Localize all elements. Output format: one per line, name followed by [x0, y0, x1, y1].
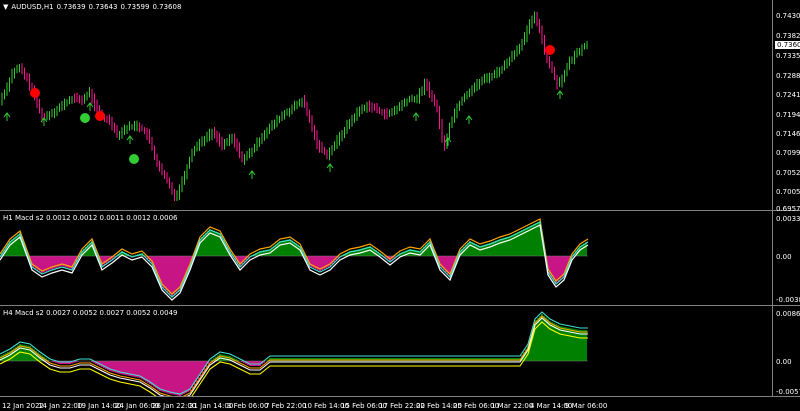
ohlc-high: 0.73643	[88, 3, 118, 11]
time-label: 7 Feb 22:00	[265, 402, 307, 410]
macd-line	[0, 221, 589, 298]
time-label: 3 Feb 06:00	[227, 402, 269, 410]
macd-h4-scale-zero: 0.00	[776, 358, 792, 366]
buy-arrow-icon	[3, 112, 11, 121]
buy-signal-dot	[129, 154, 139, 164]
time-label: 14 Jan 22:00	[38, 402, 83, 410]
symbol-title: AUDUSD,H1	[11, 3, 54, 11]
price-label: 0.71940	[776, 111, 800, 119]
macd-h1-scale-top: 0.0033	[776, 215, 800, 223]
macd-h1-pane[interactable]	[0, 211, 800, 306]
macd-line	[0, 311, 588, 395]
macd-h4-pane[interactable]	[0, 306, 800, 397]
macd-h4-title: H4 Macd s2 0.0027 0.0052 0.0027 0.0052 0…	[3, 309, 178, 317]
price-label: 0.71460	[776, 130, 800, 138]
buy-arrow-icon	[556, 90, 564, 99]
ohlc-close: 0.73608	[152, 3, 182, 11]
macd-h1-title: H1 Macd s2 0.0012 0.0012 0.0011 0.0012 0…	[3, 214, 178, 222]
macd-line	[0, 218, 589, 295]
price-label: 0.70990	[776, 149, 800, 157]
price-label: 0.73820	[776, 32, 800, 40]
price-label: 0.72880	[776, 72, 800, 80]
price-label: 0.70050	[776, 188, 800, 196]
macd-h4-scale-bottom: -0.0057	[776, 388, 800, 396]
macd-line	[0, 224, 589, 301]
buy-signal-dot	[80, 113, 90, 123]
symbol-header: ▼ AUDUSD,H1 0.73639 0.73643 0.73599 0.73…	[3, 3, 181, 11]
time-label: 9 Mar 06:00	[565, 402, 608, 410]
macd-h4-scale-top: 0.0086	[776, 310, 800, 318]
current-price-label: 0.73608	[775, 41, 800, 49]
buy-arrow-icon	[444, 137, 452, 146]
ohlc-open: 0.73639	[56, 3, 86, 11]
macd-line	[0, 317, 588, 396]
time-label: 1 Mar 22:00	[491, 402, 534, 410]
price-chart-pane[interactable]	[0, 0, 800, 211]
price-label: 0.73350	[776, 52, 800, 60]
macd-h1-chart[interactable]	[0, 211, 772, 305]
sell-signal-dot	[30, 88, 40, 98]
buy-arrow-icon	[248, 170, 256, 179]
price-label: 0.72410	[776, 91, 800, 99]
price-chart[interactable]	[0, 0, 772, 210]
ohlc-low: 0.73599	[120, 3, 150, 11]
buy-arrow-icon	[326, 163, 334, 172]
macd-h1-scale-zero: 0.00	[776, 253, 792, 261]
sell-signal-dot	[545, 45, 555, 55]
buy-arrow-icon	[465, 115, 473, 124]
macd-h4-chart[interactable]	[0, 306, 772, 396]
price-label: 0.74300	[776, 12, 800, 20]
buy-arrow-icon	[126, 135, 134, 144]
buy-arrow-icon	[412, 112, 420, 121]
price-label: 0.69570	[776, 205, 800, 213]
dropdown-icon[interactable]: ▼	[3, 3, 8, 11]
sell-signal-dot	[95, 111, 105, 121]
buy-arrow-icon	[86, 102, 94, 111]
macd-h1-scale-bottom: -0.0038	[776, 296, 800, 304]
price-label: 0.70520	[776, 169, 800, 177]
